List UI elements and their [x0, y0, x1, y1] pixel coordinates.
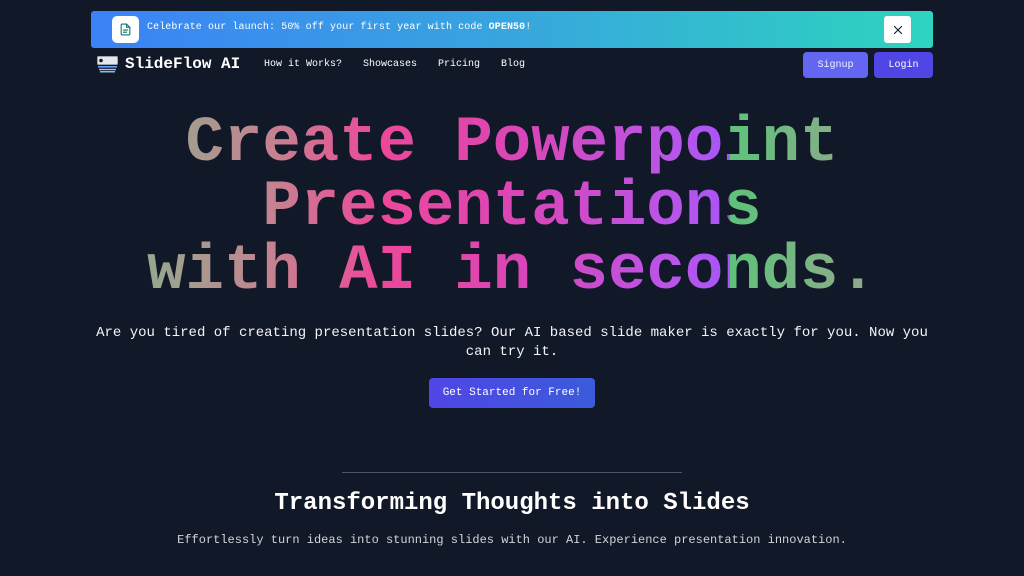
close-icon	[893, 25, 902, 34]
brand-name: SlideFlow AI	[125, 55, 241, 73]
document-icon	[112, 16, 139, 43]
nav-link-blog[interactable]: Blog	[501, 59, 525, 70]
logo-icon	[97, 55, 118, 72]
section-divider	[342, 472, 682, 473]
hero-title-line-3: with AI in seconds.	[0, 240, 1024, 304]
nav-link-how-it-works[interactable]: How it Works?	[264, 59, 342, 70]
section-subtitle: Effortlessly turn ideas into stunning sl…	[177, 533, 847, 547]
hero-title-line-2: Presentations	[0, 176, 1024, 240]
banner-close-button[interactable]	[884, 16, 911, 43]
promo-code: OPEN50	[488, 22, 526, 33]
hero-title-line-1: Create Powerpoint	[0, 112, 1024, 176]
banner-message: Celebrate our launch: 50% off your first…	[147, 22, 531, 33]
nav-link-showcases[interactable]: Showcases	[363, 59, 417, 70]
top-nav: SlideFlow AI How it Works? Showcases Pri…	[0, 52, 1024, 79]
section-title: Transforming Thoughts into Slides	[274, 490, 750, 517]
banner-text-suffix: !	[525, 22, 532, 33]
hero-subtitle: Are you tired of creating presentation s…	[96, 325, 928, 360]
hero-title: Create Powerpoint Presentations with AI …	[0, 112, 1024, 304]
get-started-button[interactable]: Get Started for Free!	[429, 378, 595, 408]
banner-text: Celebrate our launch: 50% off your first…	[147, 22, 489, 33]
announcement-banner: Celebrate our launch: 50% off your first…	[91, 11, 933, 48]
signup-button[interactable]: Signup	[803, 52, 868, 78]
nav-links: How it Works? Showcases Pricing Blog	[264, 59, 546, 70]
login-button[interactable]: Login	[874, 52, 933, 78]
nav-link-pricing[interactable]: Pricing	[438, 59, 480, 70]
brand-logo[interactable]: SlideFlow AI	[97, 55, 240, 73]
